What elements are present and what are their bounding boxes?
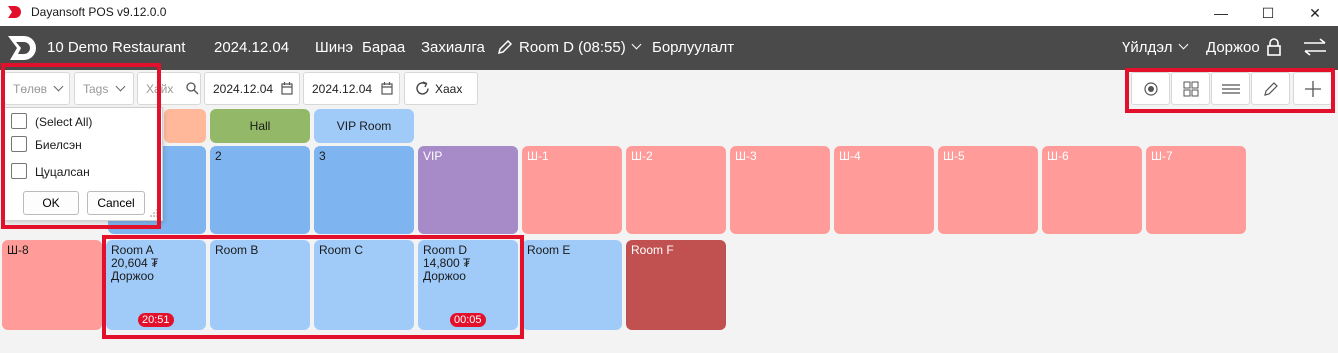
app-header: 10 Demo Restaurant 2024.12.04 Шинэ Бараа… xyxy=(0,26,1338,70)
nav-orders[interactable]: Захиалга xyxy=(421,39,485,56)
header-date: 2024.12.04 xyxy=(214,39,290,56)
table-tile[interactable]: 2 xyxy=(210,146,310,234)
category-label: Hall xyxy=(249,119,271,133)
table-name: Room F xyxy=(631,243,674,257)
window-titlebar: Dayansoft POS v9.12.0.0 — ☐ ✕ xyxy=(0,0,1338,26)
table-tile[interactable]: Room E xyxy=(522,240,622,330)
nav-products[interactable]: Бараа xyxy=(362,39,405,56)
chevron-down-icon[interactable] xyxy=(1178,39,1189,50)
close-icon: ✕ xyxy=(1309,4,1321,21)
table-tile[interactable]: Ш-3 xyxy=(730,146,830,234)
maximize-icon: ☐ xyxy=(1261,4,1275,21)
highlight-box-filter xyxy=(1,63,161,229)
date-from-value: 2024.12.04 xyxy=(213,82,274,96)
restaurant-name: 10 Demo Restaurant xyxy=(47,39,186,56)
date-to-value: 2024.12.04 xyxy=(312,82,373,96)
table-tile[interactable]: Ш-1 xyxy=(522,146,622,234)
current-room[interactable]: Room D (08:55) xyxy=(519,39,626,56)
table-tile[interactable]: Room F xyxy=(626,240,726,330)
table-name: 3 xyxy=(319,149,326,163)
table-tile[interactable]: VIP xyxy=(418,146,518,234)
highlight-box-rooms xyxy=(102,235,524,339)
search-icon xyxy=(186,82,199,95)
operations-menu[interactable]: Үйлдэл xyxy=(1122,39,1172,56)
category-tab-vip-room[interactable]: VIP Room xyxy=(314,109,414,143)
table-tile[interactable]: Ш-2 xyxy=(626,146,726,234)
app-logo-icon xyxy=(8,6,21,18)
table-name: Ш-6 xyxy=(1047,149,1069,163)
table-name: Ш-5 xyxy=(943,149,965,163)
lock-icon[interactable] xyxy=(1266,37,1282,57)
table-name: Ш-1 xyxy=(527,149,549,163)
swap-arrows-icon[interactable] xyxy=(1302,37,1328,57)
close-button-label: Хаах xyxy=(435,82,463,96)
table-tile[interactable]: 3 xyxy=(314,146,414,234)
close-button[interactable]: Хаах xyxy=(404,72,478,105)
app-logo-icon[interactable] xyxy=(4,30,44,66)
table-name: Ш-8 xyxy=(7,243,29,257)
table-tile[interactable]: Ш-7 xyxy=(1146,146,1246,234)
refresh-icon xyxy=(416,81,429,95)
date-from-picker[interactable]: 2024.12.04 xyxy=(204,72,300,105)
table-name: Ш-4 xyxy=(839,149,861,163)
calendar-icon[interactable] xyxy=(281,82,293,95)
table-tile[interactable]: Ш-5 xyxy=(938,146,1038,234)
table-tile[interactable]: Ш-6 xyxy=(1042,146,1142,234)
category-tab-hidden[interactable] xyxy=(164,109,206,143)
close-window-button[interactable]: ✕ xyxy=(1292,0,1338,26)
table-tile[interactable]: Ш-4 xyxy=(834,146,934,234)
highlight-box-view-buttons xyxy=(1125,68,1335,113)
table-name: 2 xyxy=(215,149,222,163)
chevron-down-icon[interactable] xyxy=(631,39,642,50)
calendar-icon[interactable] xyxy=(381,82,393,95)
table-name: Ш-3 xyxy=(735,149,757,163)
maximize-button[interactable]: ☐ xyxy=(1245,0,1291,26)
pencil-icon[interactable] xyxy=(496,38,514,56)
minimize-button[interactable]: — xyxy=(1198,0,1244,26)
table-tile[interactable]: Ш-8 xyxy=(2,240,102,330)
date-to-picker[interactable]: 2024.12.04 xyxy=(303,72,400,105)
category-tab-hall[interactable]: Hall xyxy=(210,109,310,143)
nav-new[interactable]: Шинэ xyxy=(315,39,353,56)
current-user[interactable]: Доржоо xyxy=(1206,39,1260,56)
table-name: Ш-2 xyxy=(631,149,653,163)
category-label: VIP Room xyxy=(336,119,392,133)
window-title: Dayansoft POS v9.12.0.0 xyxy=(31,5,167,19)
table-name: VIP xyxy=(423,149,443,163)
nav-sales[interactable]: Борлуулалт xyxy=(652,39,734,56)
minimize-icon: — xyxy=(1214,5,1228,21)
table-name: Room E xyxy=(527,243,571,257)
table-name: Ш-7 xyxy=(1151,149,1173,163)
